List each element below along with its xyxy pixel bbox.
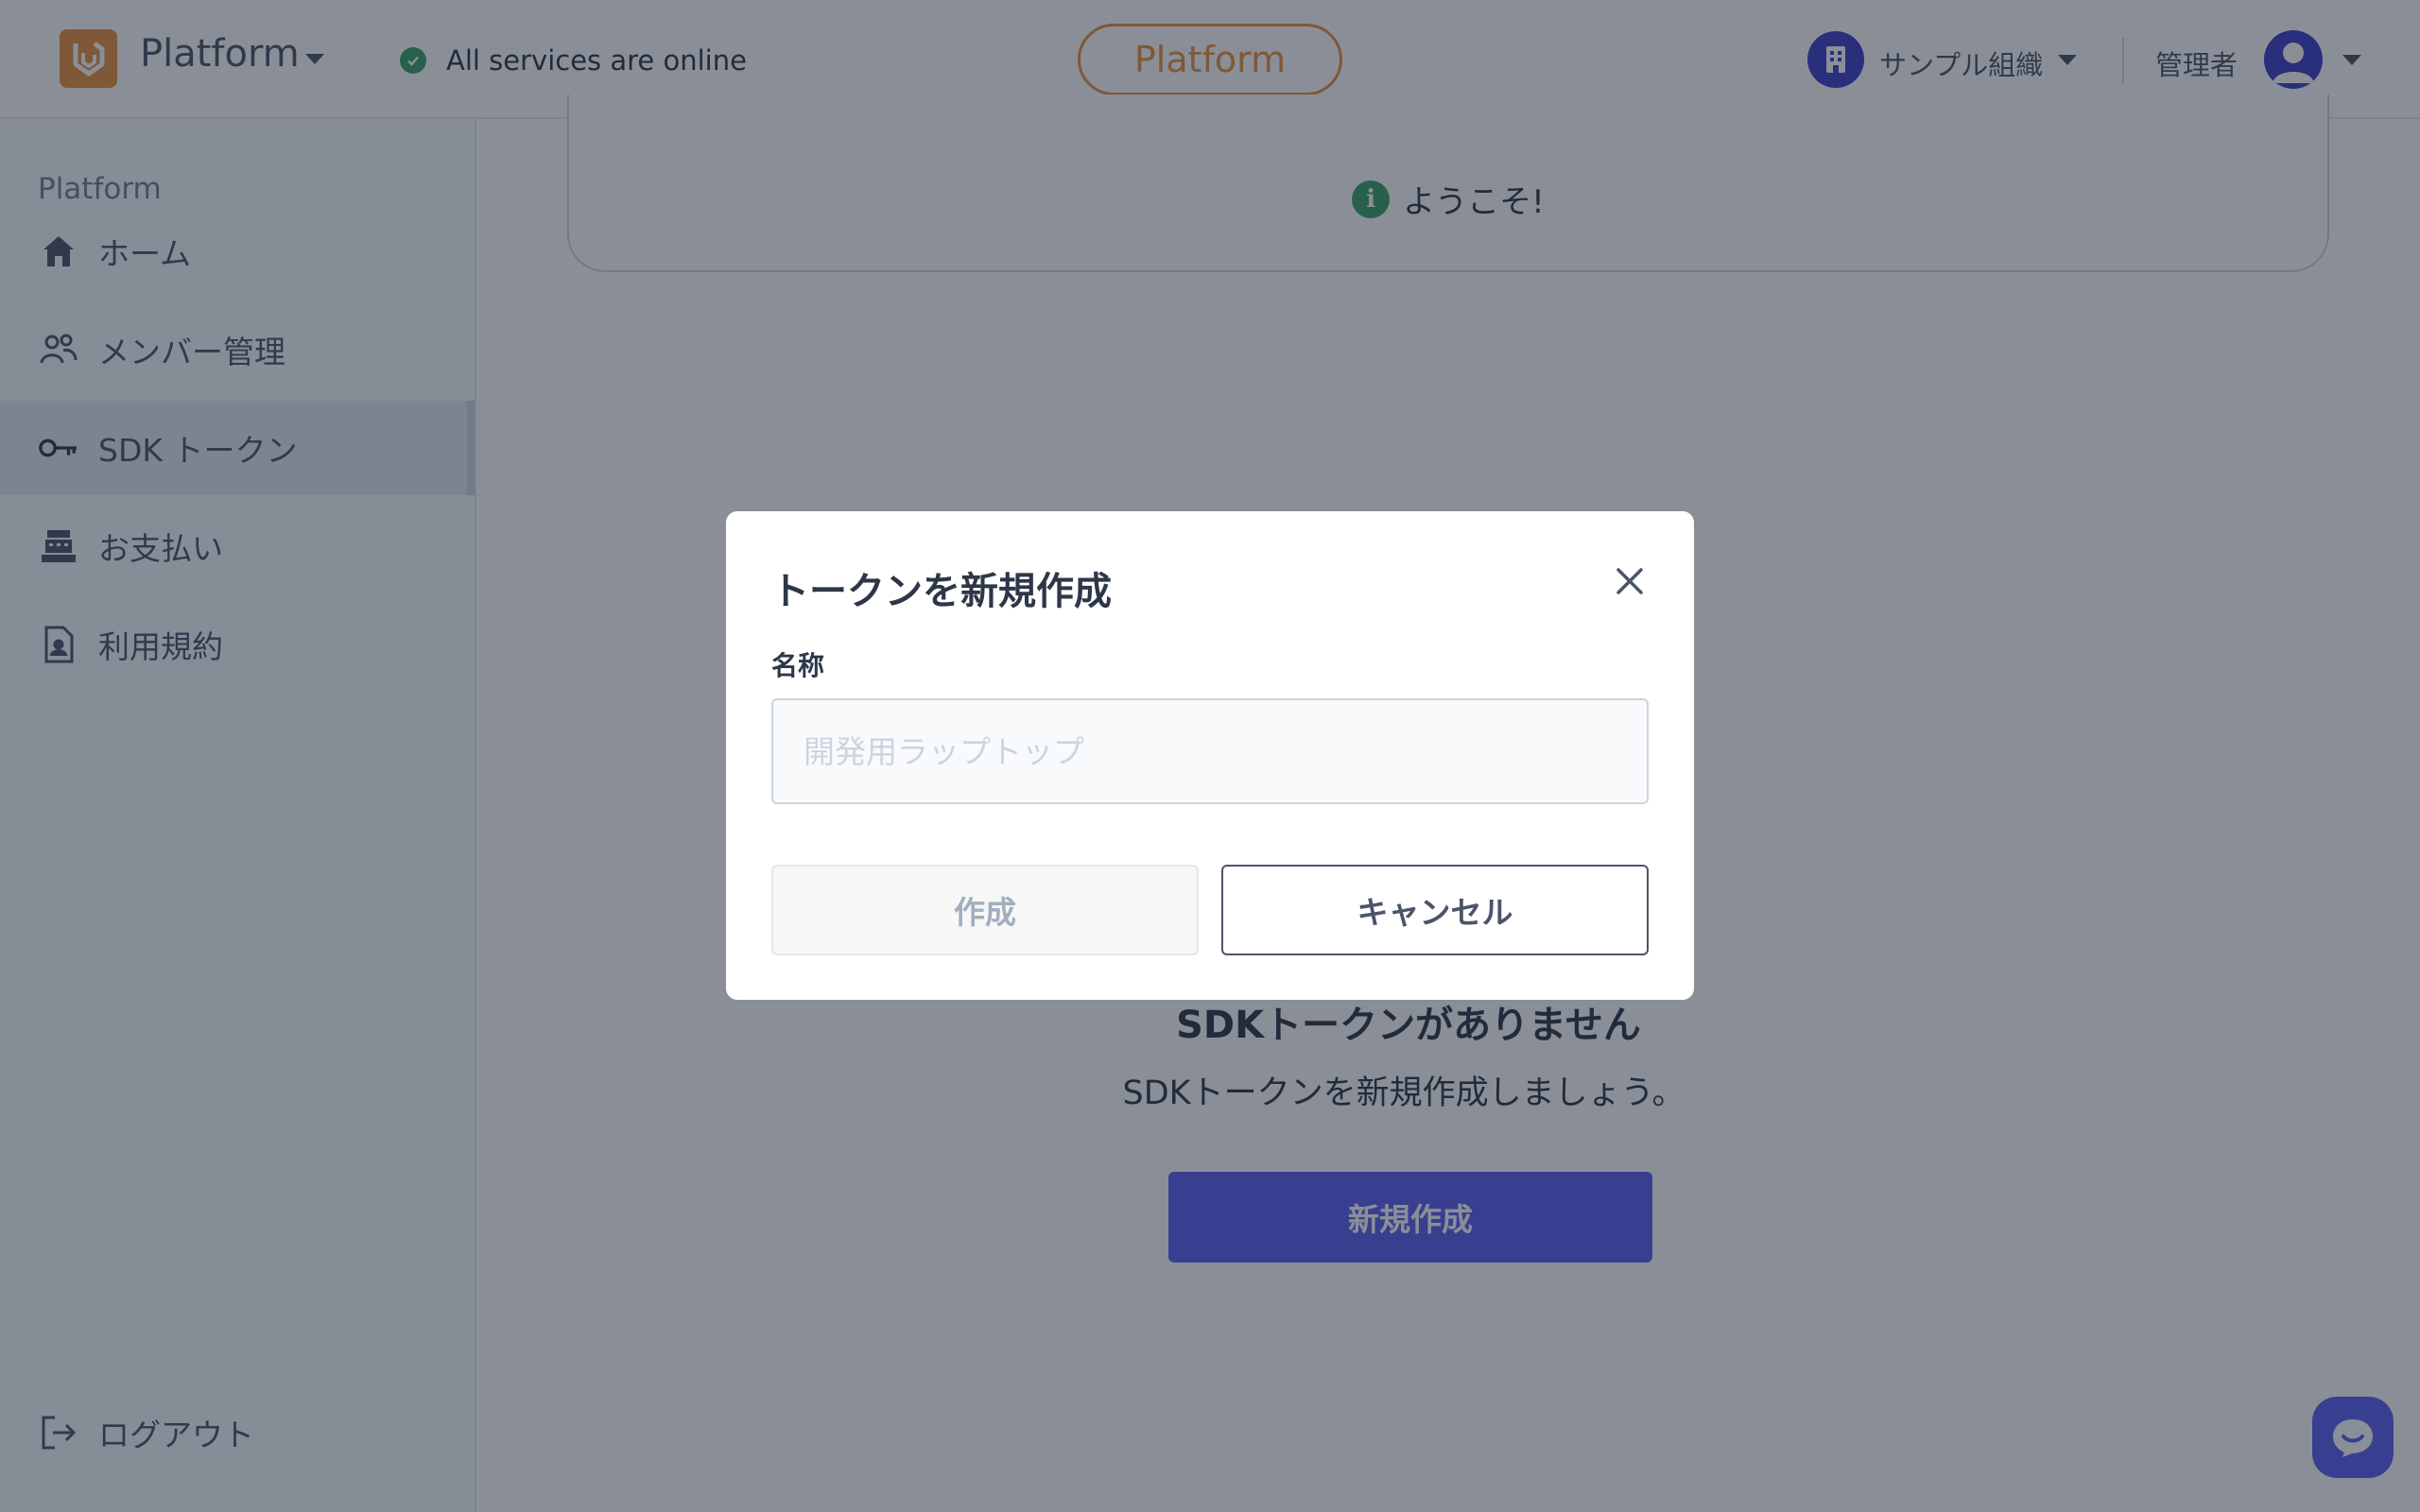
create-button[interactable]: 作成 — [771, 865, 1199, 955]
cancel-button[interactable]: キャンセル — [1221, 865, 1649, 955]
close-icon[interactable] — [1605, 557, 1654, 606]
dialog-title: トークンを新規作成 — [771, 570, 1112, 613]
create-token-dialog: トークンを新規作成 名称 作成 キャンセル — [726, 511, 1694, 1000]
name-field-label: 名称 — [771, 650, 825, 681]
token-name-input[interactable] — [771, 698, 1649, 804]
